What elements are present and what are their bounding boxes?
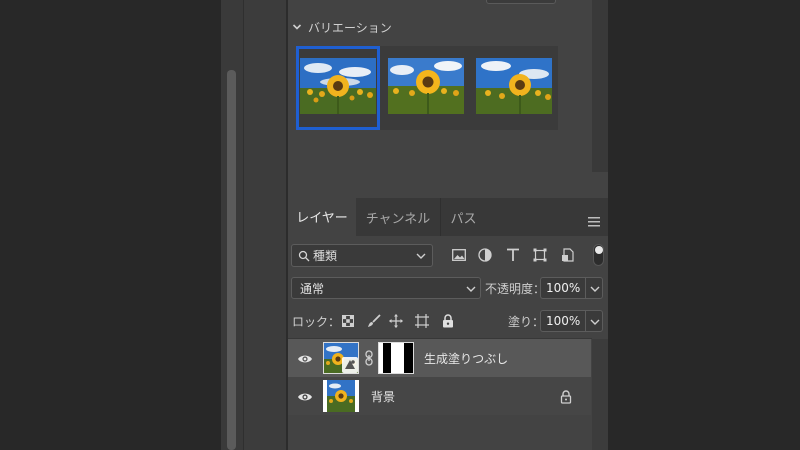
opacity-field[interactable]: 100%: [540, 277, 585, 299]
sunflower-image: [476, 58, 552, 114]
layer-row-background[interactable]: 背景: [288, 377, 591, 415]
layers-panel-tabbar: レイヤー チャンネル パス: [288, 198, 608, 236]
layer-thumbnail: [323, 380, 359, 412]
variation-thumbnail-1[interactable]: [296, 46, 380, 130]
search-icon: [298, 250, 310, 261]
layer-row-generative-fill[interactable]: 生成塗りつぶし: [288, 339, 591, 377]
variations-label: バリエーション: [308, 20, 392, 35]
fill-field[interactable]: 100%: [540, 310, 585, 332]
image-filter-icon[interactable]: [451, 247, 467, 263]
variation-thumbnail-3[interactable]: [472, 46, 556, 130]
right-workspace-background: [608, 0, 800, 450]
blend-mode-select[interactable]: 通常: [291, 277, 481, 299]
layer-name[interactable]: 生成塗りつぶし: [424, 350, 508, 367]
chevron-down-icon: [590, 286, 600, 292]
eye-icon[interactable]: [297, 389, 313, 403]
filter-kind-label: 種類: [313, 249, 338, 263]
tab-paths[interactable]: パス: [440, 198, 486, 236]
prompt-field-edge[interactable]: [486, 0, 556, 4]
opacity-dropdown-button[interactable]: [585, 277, 603, 299]
smart-object-filter-icon[interactable]: [560, 247, 576, 263]
variation-thumbnail-2[interactable]: [384, 46, 468, 130]
tab-layers[interactable]: レイヤー: [288, 198, 356, 236]
fill-label: 塗り：: [508, 315, 545, 329]
chevron-down-icon: [590, 319, 600, 325]
lock-artboard-icon[interactable]: [414, 313, 430, 329]
variations-section-header[interactable]: バリエーション: [292, 18, 392, 36]
lock-all-icon[interactable]: [440, 313, 456, 329]
layer-filter-select[interactable]: 種類: [291, 244, 433, 267]
link-icon[interactable]: [364, 350, 374, 366]
layer-name[interactable]: 背景: [371, 388, 395, 405]
layers-scrollbar[interactable]: [592, 339, 608, 450]
type-filter-icon[interactable]: [505, 247, 521, 263]
left-scrollbar[interactable]: [227, 70, 236, 450]
workspace-background: [0, 0, 221, 450]
chevron-down-icon: [416, 253, 426, 259]
chevron-down-icon: [292, 22, 302, 32]
lock-image-pixels-icon[interactable]: [366, 313, 382, 329]
lock-transparent-pixels-icon[interactable]: [340, 313, 356, 329]
lock-icon[interactable]: [560, 389, 572, 404]
properties-scrollbar[interactable]: [592, 0, 608, 172]
lock-label: ロック：: [292, 315, 341, 329]
opacity-label: 不透明度：: [485, 282, 546, 296]
chevron-down-icon: [466, 286, 476, 292]
filter-toggle-switch[interactable]: [593, 244, 604, 266]
blend-mode-value: 通常: [300, 281, 325, 296]
eye-icon[interactable]: [297, 351, 313, 365]
tab-channels[interactable]: チャンネル: [356, 198, 440, 236]
adjustment-filter-icon[interactable]: [477, 247, 493, 263]
fill-dropdown-button[interactable]: [585, 310, 603, 332]
layer-mask-thumbnail[interactable]: [378, 342, 414, 374]
sunflower-image: [300, 58, 376, 114]
shape-filter-icon[interactable]: [532, 247, 548, 263]
lock-position-icon[interactable]: [388, 313, 404, 329]
panel-menu-icon[interactable]: [588, 212, 600, 227]
layer-thumbnail: [323, 342, 359, 374]
sunflower-image: [388, 58, 464, 114]
properties-panel-footer: [288, 172, 592, 198]
panel-dock-column: [243, 0, 286, 450]
